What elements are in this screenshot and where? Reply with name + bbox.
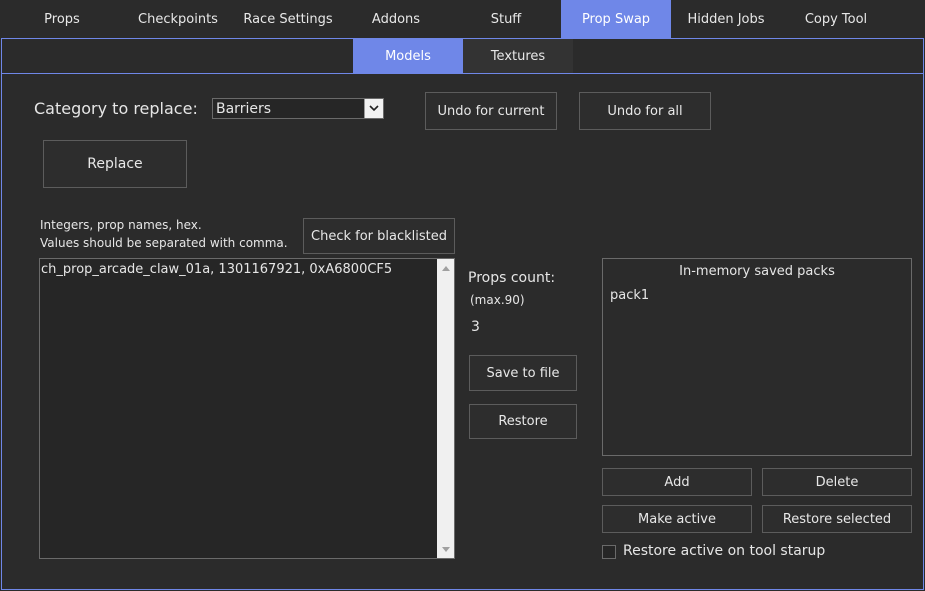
undo-current-button[interactable]: Undo for current (425, 92, 557, 130)
list-item[interactable]: pack1 (610, 288, 649, 303)
restore-button[interactable]: Restore (469, 404, 577, 439)
subtab-textures[interactable]: Textures (463, 39, 573, 73)
check-blacklisted-button[interactable]: Check for blacklisted (303, 218, 455, 254)
undo-all-button[interactable]: Undo for all (579, 92, 711, 130)
subtab-divider (1, 73, 924, 74)
tab-props[interactable]: Props (6, 0, 118, 38)
chevron-down-icon[interactable] (364, 99, 383, 118)
make-active-button[interactable]: Make active (602, 505, 752, 533)
tab-copy-tool[interactable]: Copy Tool (781, 0, 891, 38)
replace-button[interactable]: Replace (43, 140, 187, 188)
tab-prop-swap[interactable]: Prop Swap (561, 0, 671, 38)
category-label: Category to replace: (34, 99, 198, 118)
tab-race-settings[interactable]: Race Settings (232, 0, 344, 38)
category-select[interactable]: Barriers (212, 98, 384, 119)
scroll-up-icon[interactable] (437, 259, 454, 276)
hint-line-1: Integers, prop names, hex. (40, 218, 202, 232)
hint-line-2: Values should be separated with comma. (40, 236, 288, 250)
add-button[interactable]: Add (602, 468, 752, 496)
props-input-value: ch_prop_arcade_claw_01a, 1301167921, 0xA… (41, 262, 393, 277)
props-input-scrollbar[interactable] (437, 259, 454, 558)
subtab-models[interactable]: Models (353, 39, 463, 73)
restore-selected-button[interactable]: Restore selected (762, 505, 912, 533)
tab-hidden-jobs[interactable]: Hidden Jobs (671, 0, 781, 38)
tab-checkpoints[interactable]: Checkpoints (122, 0, 234, 38)
tab-addons[interactable]: Addons (340, 0, 452, 38)
category-selected-value: Barriers (216, 100, 272, 117)
save-to-file-button[interactable]: Save to file (469, 355, 577, 391)
restore-on-startup-checkbox[interactable] (602, 545, 616, 559)
saved-packs-title: In-memory saved packs (679, 264, 835, 279)
scroll-down-icon[interactable] (437, 541, 454, 558)
delete-button[interactable]: Delete (762, 468, 912, 496)
tab-stuff[interactable]: Stuff (450, 0, 562, 38)
top-tab-bar: Props Checkpoints Race Settings Addons S… (0, 0, 925, 38)
props-count-label: Props count: (468, 270, 556, 286)
props-count-max: (max.90) (470, 293, 525, 307)
props-count-value: 3 (471, 319, 480, 335)
saved-packs-list: In-memory saved packs pack1 (602, 258, 912, 456)
restore-on-startup-label: Restore active on tool starup (623, 543, 826, 559)
props-input[interactable]: ch_prop_arcade_claw_01a, 1301167921, 0xA… (39, 258, 455, 559)
